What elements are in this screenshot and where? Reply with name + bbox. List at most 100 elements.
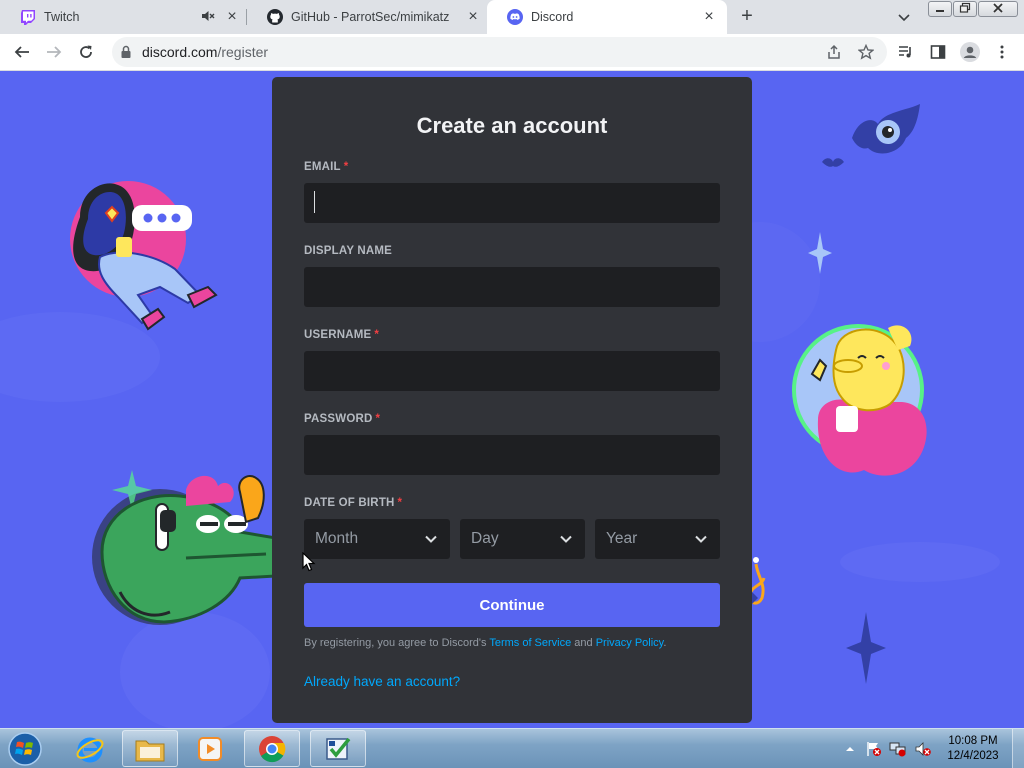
discord-register-page: Create an account EMAIL * DISPLAY NAME US… bbox=[0, 72, 1024, 728]
sparkle-icon bbox=[808, 232, 832, 274]
chrome-icon bbox=[259, 735, 286, 762]
day-select-value: Day bbox=[471, 530, 499, 547]
tab-discord[interactable]: Discord × bbox=[487, 0, 727, 34]
close-window-button[interactable] bbox=[978, 1, 1018, 17]
chevron-down-icon bbox=[694, 532, 708, 546]
display-name-label-text: DISPLAY NAME bbox=[304, 245, 393, 257]
month-select[interactable]: Month bbox=[304, 519, 450, 559]
clock-date: 12/4/2023 bbox=[947, 750, 999, 762]
sparkle-icon bbox=[846, 612, 886, 684]
privacy-policy-link[interactable]: Privacy Policy bbox=[596, 637, 664, 649]
terms-prefix: By registering, you agree to Discord's bbox=[304, 637, 490, 649]
email-field[interactable] bbox=[304, 183, 720, 223]
show-desktop-button[interactable] bbox=[1012, 729, 1024, 768]
year-select[interactable]: Year bbox=[595, 519, 720, 559]
display-name-field[interactable] bbox=[304, 267, 720, 307]
terms-of-service-link[interactable]: Terms of Service bbox=[489, 637, 571, 649]
password-field[interactable] bbox=[304, 435, 720, 475]
illustration-person-phone bbox=[70, 181, 218, 331]
reload-icon[interactable] bbox=[76, 42, 96, 62]
taskbar-task-app[interactable] bbox=[310, 730, 366, 767]
bookmark-star-icon[interactable] bbox=[856, 42, 876, 62]
action-center-flag-icon[interactable] bbox=[864, 729, 884, 768]
taskbar-media-player[interactable] bbox=[182, 730, 238, 767]
chevron-down-icon bbox=[559, 532, 573, 546]
chevron-up-icon bbox=[846, 747, 854, 751]
close-tab-icon[interactable]: × bbox=[701, 9, 717, 25]
media-control-icon[interactable] bbox=[896, 42, 916, 62]
tab-title: Twitch bbox=[44, 10, 80, 24]
checklist-app-icon bbox=[326, 737, 351, 760]
required-marker: * bbox=[397, 497, 403, 509]
tab-twitch[interactable]: Twitch × bbox=[0, 0, 246, 34]
close-tab-icon[interactable]: × bbox=[465, 9, 481, 25]
illustration-small-bat bbox=[822, 158, 844, 167]
day-select[interactable]: Day bbox=[460, 519, 585, 559]
browser-toolbar: discord.com/register bbox=[0, 34, 1024, 71]
restore-window-button[interactable] bbox=[953, 1, 977, 17]
show-hidden-icons-button[interactable] bbox=[843, 729, 857, 768]
username-field[interactable] bbox=[304, 351, 720, 391]
url-path: /register bbox=[217, 44, 269, 60]
page-title: Create an account bbox=[416, 113, 608, 138]
url-host: discord.com bbox=[142, 44, 218, 60]
username-label-text: USERNAME bbox=[304, 329, 372, 341]
username-label: USERNAME * bbox=[304, 329, 379, 341]
github-icon bbox=[267, 9, 283, 25]
password-label-text: PASSWORD bbox=[304, 413, 373, 425]
back-icon[interactable] bbox=[12, 42, 32, 62]
taskbar-chrome[interactable] bbox=[244, 730, 300, 767]
browser-menu-icon[interactable] bbox=[992, 42, 1012, 62]
profile-avatar-icon[interactable] bbox=[960, 42, 980, 62]
required-marker: * bbox=[374, 329, 380, 341]
password-label: PASSWORD * bbox=[304, 413, 380, 425]
display-name-label: DISPLAY NAME bbox=[304, 245, 392, 257]
address-bar[interactable]: discord.com/register bbox=[112, 37, 887, 67]
forward-icon[interactable] bbox=[44, 42, 64, 62]
twitch-icon bbox=[20, 9, 36, 25]
tab-github[interactable]: GitHub - ParrotSec/mimikatz × bbox=[247, 0, 487, 34]
windows-taskbar: 10:08 PM 12/4/2023 bbox=[0, 728, 1024, 768]
share-icon[interactable] bbox=[824, 42, 844, 62]
tab-search-icon[interactable] bbox=[896, 9, 912, 25]
speaker-muted-icon[interactable] bbox=[200, 9, 216, 25]
system-clock[interactable]: 10:08 PM 12/4/2023 bbox=[940, 734, 1006, 764]
close-tab-icon[interactable]: × bbox=[224, 9, 240, 25]
terms-suffix: . bbox=[663, 637, 667, 649]
new-tab-button[interactable]: + bbox=[737, 6, 757, 27]
taskbar-file-explorer[interactable] bbox=[122, 730, 178, 767]
background-cloud bbox=[840, 542, 1000, 582]
month-select-value: Month bbox=[315, 530, 359, 547]
volume-muted-icon[interactable] bbox=[912, 729, 934, 768]
minimize-window-button[interactable] bbox=[928, 1, 952, 17]
continue-button[interactable]: Continue bbox=[304, 583, 720, 627]
required-marker: * bbox=[375, 413, 381, 425]
internet-explorer-icon bbox=[76, 737, 104, 762]
chevron-down-icon bbox=[424, 532, 438, 546]
mouse-pointer-icon bbox=[302, 552, 316, 572]
email-label: EMAIL * bbox=[304, 161, 348, 173]
media-player-icon bbox=[198, 736, 222, 761]
terms-notice: By registering, you agree to Discord's T… bbox=[304, 637, 666, 649]
url-text[interactable]: discord.com/register bbox=[142, 44, 268, 60]
date-of-birth-label-text: DATE OF BIRTH bbox=[304, 497, 395, 509]
year-select-value: Year bbox=[606, 530, 638, 547]
date-of-birth-label: DATE OF BIRTH * bbox=[304, 497, 402, 509]
illustration-bat-creature bbox=[852, 104, 920, 154]
clock-time: 10:08 PM bbox=[948, 735, 998, 747]
email-label-text: EMAIL bbox=[304, 161, 341, 173]
login-link[interactable]: Already have an account? bbox=[304, 674, 460, 689]
browser-tab-strip: Twitch × GitHub - ParrotSec/mimikatz × D… bbox=[0, 0, 1024, 34]
terms-and: and bbox=[571, 637, 596, 649]
required-marker: * bbox=[343, 161, 349, 173]
tab-title: Discord bbox=[531, 10, 574, 24]
start-button[interactable] bbox=[5, 731, 45, 767]
illustration-yellow-duck bbox=[792, 324, 927, 476]
folder-icon bbox=[135, 740, 165, 761]
lock-icon[interactable] bbox=[120, 45, 132, 64]
illustration-green-monster bbox=[92, 470, 278, 625]
network-status-icon[interactable] bbox=[888, 729, 908, 768]
register-card: Create an account EMAIL * DISPLAY NAME US… bbox=[272, 77, 752, 723]
side-panel-icon[interactable] bbox=[928, 42, 948, 62]
taskbar-internet-explorer[interactable] bbox=[62, 730, 118, 767]
